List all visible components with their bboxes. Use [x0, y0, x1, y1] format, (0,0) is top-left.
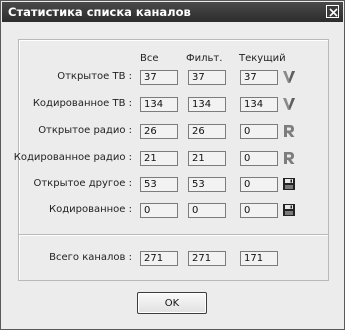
row-label-encrypted-other: Кодированное :: [48, 204, 132, 215]
open-other-filtered-field: 53: [188, 177, 226, 192]
radio-icon: [284, 125, 295, 137]
title-bar[interactable]: Статистика списка каналов: [2, 2, 343, 22]
window-title: Статистика списка каналов: [8, 5, 191, 19]
row-label-open-other: Открытое другое :: [33, 178, 132, 189]
encrypted-tv-current-field: 134: [240, 97, 278, 112]
close-icon: [329, 8, 338, 17]
ok-button[interactable]: OK: [137, 292, 207, 314]
total-all-field: 271: [140, 251, 178, 266]
radio-icon: [284, 152, 295, 164]
total-channels-label: Всего каналов :: [49, 252, 132, 263]
column-header-current: Текущий: [239, 53, 286, 64]
encrypted-radio-filtered-field: 21: [188, 151, 226, 166]
tv-icon: [283, 98, 295, 110]
row-label-encrypted-tv: Кодированное ТВ :: [32, 98, 132, 109]
encrypted-radio-current-field: 0: [240, 151, 278, 166]
column-header-all: Все: [140, 53, 159, 64]
encrypted-other-all-field: 0: [140, 203, 178, 218]
total-current-field: 171: [240, 251, 278, 266]
encrypted-other-current-field: 0: [240, 203, 278, 218]
tv-icon: [283, 71, 295, 83]
row-label-open-radio: Открытое радио :: [38, 125, 132, 136]
encrypted-tv-filtered-field: 134: [188, 97, 226, 112]
data-icon: [283, 204, 295, 216]
open-radio-filtered-field: 26: [188, 124, 226, 139]
close-button[interactable]: [326, 5, 339, 18]
open-tv-filtered-field: 37: [188, 70, 226, 85]
encrypted-radio-all-field: 21: [140, 151, 178, 166]
row-label-encrypted-radio: Кодированное радио :: [13, 152, 132, 163]
encrypted-other-filtered-field: 0: [188, 203, 226, 218]
row-label-open-tv: Открытое ТВ :: [57, 71, 132, 82]
open-other-current-field: 0: [240, 177, 278, 192]
divider: [19, 234, 328, 236]
open-radio-all-field: 26: [140, 124, 178, 139]
total-filtered-field: 271: [188, 251, 226, 266]
open-tv-current-field: 37: [240, 70, 278, 85]
encrypted-tv-all-field: 134: [140, 97, 178, 112]
open-radio-current-field: 0: [240, 124, 278, 139]
column-header-filtered: Фильт.: [186, 53, 223, 64]
channel-stats-dialog: Статистика списка каналов Все Фильт. Тек…: [0, 0, 345, 330]
data-icon: [283, 178, 295, 190]
open-other-all-field: 53: [140, 177, 178, 192]
open-tv-all-field: 37: [140, 70, 178, 85]
